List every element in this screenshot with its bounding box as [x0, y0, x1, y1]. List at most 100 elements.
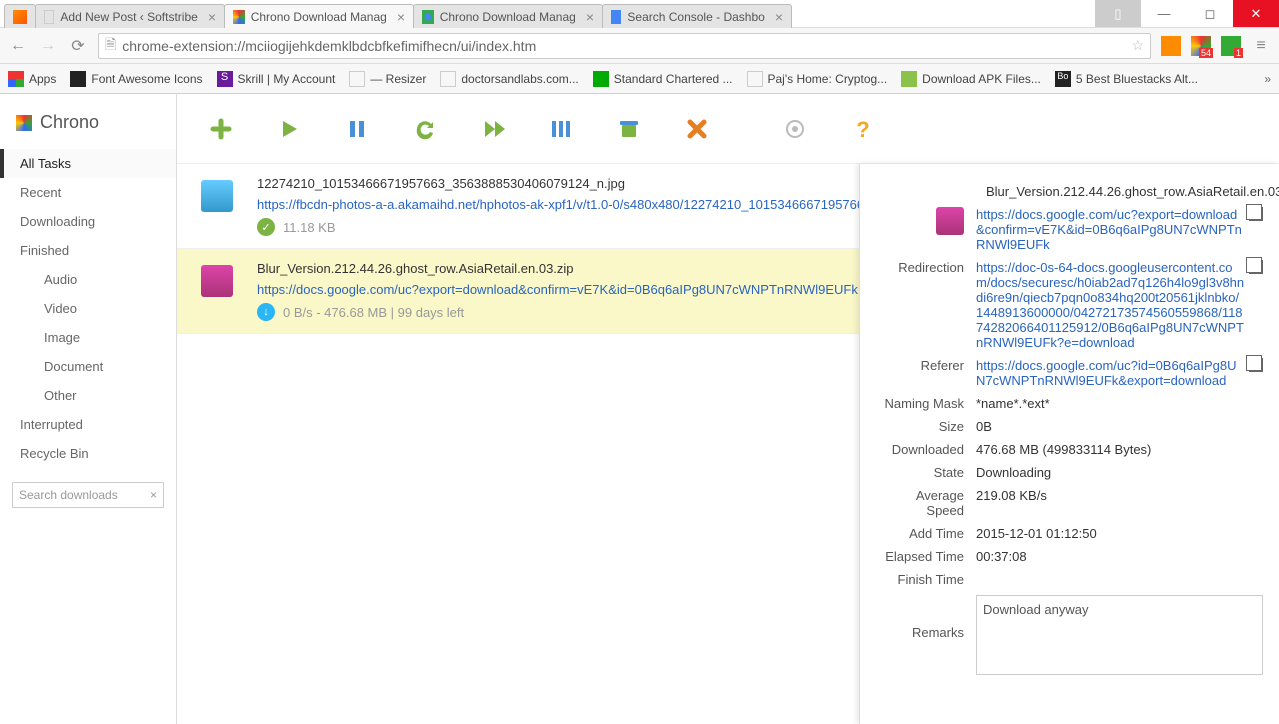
back-icon[interactable]: ← — [8, 37, 28, 55]
label-remarks: Remarks — [876, 595, 976, 640]
close-icon[interactable]: × — [208, 9, 216, 25]
page-icon: 🗎 — [105, 34, 116, 58]
browser-tab[interactable]: Search Console - Dashbo× — [602, 4, 792, 28]
cleanup-button[interactable] — [615, 115, 643, 143]
close-button[interactable]: ✕ — [1233, 0, 1279, 27]
minimize-button[interactable]: — — [1141, 0, 1187, 27]
details-elapsed: 00:37:08 — [976, 549, 1263, 564]
browser-tab[interactable]: Chrono Download Manag × — [413, 4, 603, 28]
user-icon[interactable]: ▯ — [1095, 0, 1141, 27]
help-button[interactable]: ? — [849, 115, 877, 143]
overflow-icon[interactable]: » — [1264, 72, 1271, 86]
details-redirection[interactable]: https://doc-0s-64-docs.googleusercontent… — [976, 260, 1245, 350]
favicon-icon — [233, 10, 245, 24]
bookmark-item[interactable]: Paj's Home: Cryptog... — [747, 71, 888, 87]
reload-icon[interactable]: ⟳ — [68, 36, 88, 56]
pause-all-button[interactable] — [547, 115, 575, 143]
sidebar-item-document[interactable]: Document — [0, 352, 176, 381]
details-downloaded: 476.68 MB (499833114 Bytes) — [976, 442, 1263, 457]
tab-title: Chrono Download Manag — [440, 10, 576, 24]
details-avg-speed: 219.08 KB/s — [976, 488, 1263, 503]
maximize-button[interactable]: ◻ — [1187, 0, 1233, 27]
browser-tab[interactable] — [4, 4, 36, 28]
sidebar-item-video[interactable]: Video — [0, 294, 176, 323]
label-naming-mask: Naming Mask — [876, 396, 976, 411]
downloading-icon: ↓ — [257, 303, 275, 321]
favicon-icon — [13, 10, 27, 24]
bookmark-item[interactable]: doctorsandlabs.com... — [440, 71, 578, 87]
bookmark-item[interactable]: Bo5 Best Bluestacks Alt... — [1055, 71, 1198, 87]
start-all-button[interactable] — [479, 115, 507, 143]
extension-icon[interactable]: 1 — [1221, 36, 1241, 56]
sidebar-item-downloading[interactable]: Downloading — [0, 207, 176, 236]
details-referer[interactable]: https://docs.google.com/uc?id=0B6q6aIPg8… — [976, 358, 1245, 388]
copy-icon[interactable] — [1249, 260, 1263, 274]
add-button[interactable] — [207, 115, 235, 143]
address-bar[interactable]: 🗎 chrome-extension://mciiogijehkdemklbdc… — [98, 33, 1151, 59]
search-placeholder: Search downloads — [19, 488, 118, 502]
sidebar-item-audio[interactable]: Audio — [0, 265, 176, 294]
label-avg-speed: Average Speed — [876, 488, 976, 518]
bookmark-item[interactable]: — Resizer — [349, 71, 426, 87]
extension-icon[interactable] — [1161, 36, 1181, 56]
sidebar-item-recycle-bin[interactable]: Recycle Bin — [0, 439, 176, 468]
close-icon[interactable]: × — [586, 9, 594, 25]
star-icon[interactable]: ☆ — [1131, 37, 1144, 54]
details-title: Blur_Version.212.44.26.ghost_row.AsiaRet… — [986, 184, 1263, 199]
url-text: chrome-extension://mciiogijehkdemklbdcbf… — [122, 38, 536, 54]
apk-icon — [901, 71, 917, 87]
bookmark-item[interactable]: Standard Chartered ... — [593, 71, 733, 87]
sidebar-item-recent[interactable]: Recent — [0, 178, 176, 207]
favicon-icon — [422, 10, 434, 24]
sidebar-item-image[interactable]: Image — [0, 323, 176, 352]
extension-icon[interactable]: 54 — [1191, 36, 1211, 56]
sidebar-item-interrupted[interactable]: Interrupted — [0, 410, 176, 439]
bookmark-item[interactable]: SSkrill | My Account — [217, 71, 336, 87]
chrono-icon — [16, 115, 32, 131]
browser-nav-bar: ← → ⟳ 🗎 chrome-extension://mciiogijehkde… — [0, 28, 1279, 64]
details-naming-mask: *name*.*ext* — [976, 396, 1263, 411]
label-downloaded: Downloaded — [876, 442, 976, 457]
archive-icon — [197, 261, 237, 301]
label-size: Size — [876, 419, 976, 434]
browser-tab[interactable]: Chrono Download Manag× — [224, 4, 414, 28]
delete-button[interactable] — [683, 115, 711, 143]
pause-button[interactable] — [343, 115, 371, 143]
refresh-button[interactable] — [411, 115, 439, 143]
bookmark-item[interactable]: Font Awesome Icons — [70, 71, 202, 87]
close-icon[interactable]: × — [397, 9, 405, 25]
bs-icon: Bo — [1055, 71, 1071, 87]
apps-icon — [8, 71, 24, 87]
label-add-time: Add Time — [876, 526, 976, 541]
main-panel: ? 12274210_10153466671957663_35638885304… — [177, 94, 1279, 724]
sidebar-item-other[interactable]: Other — [0, 381, 176, 410]
menu-icon[interactable]: ≡ — [1251, 37, 1271, 55]
page-icon — [747, 71, 763, 87]
label-referer: Referer — [876, 358, 976, 373]
forward-icon[interactable]: → — [38, 37, 58, 55]
app-logo: Chrono — [0, 104, 176, 149]
toolbar: ? — [177, 94, 1279, 164]
search-input[interactable]: Search downloads × — [12, 482, 164, 508]
bookmark-item[interactable]: Download APK Files... — [901, 71, 1041, 87]
flag-icon — [70, 71, 86, 87]
details-size: 0B — [976, 419, 1263, 434]
remarks-input[interactable]: Download anyway — [976, 595, 1263, 675]
browser-tab-strip: Add New Post ‹ Softstribe × Chrono Downlo… — [0, 0, 791, 28]
details-state: Downloading — [976, 465, 1263, 480]
page-icon — [349, 71, 365, 87]
settings-button[interactable] — [781, 115, 809, 143]
start-button[interactable] — [275, 115, 303, 143]
sidebar: Chrono All TasksRecentDownloadingFinishe… — [0, 94, 177, 724]
details-add-time: 2015-12-01 01:12:50 — [976, 526, 1263, 541]
details-source-url[interactable]: https://docs.google.com/uc?export=downlo… — [976, 207, 1245, 252]
close-icon[interactable]: × — [775, 9, 783, 25]
copy-icon[interactable] — [1249, 207, 1263, 221]
bookmark-item[interactable]: Apps — [8, 71, 56, 87]
clear-icon[interactable]: × — [150, 488, 157, 502]
sidebar-item-all-tasks[interactable]: All Tasks — [0, 149, 176, 178]
browser-tab[interactable]: Add New Post ‹ Softstribe × — [35, 4, 225, 28]
sidebar-item-finished[interactable]: Finished — [0, 236, 176, 265]
tab-title: Add New Post ‹ Softstribe — [60, 10, 197, 24]
copy-icon[interactable] — [1249, 358, 1263, 372]
